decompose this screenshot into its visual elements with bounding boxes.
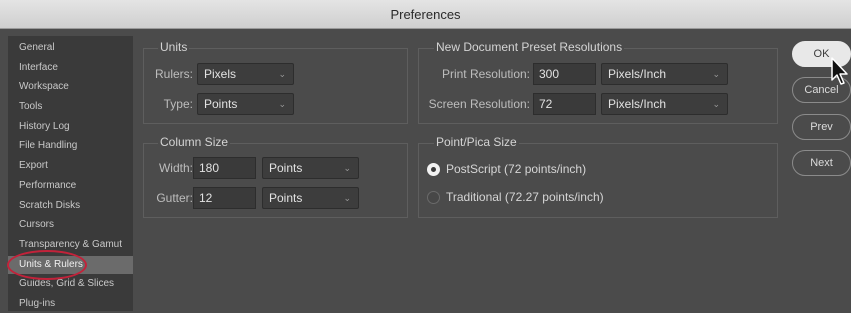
chevron-down-icon: ⌄ [278,69,286,79]
print-resolution-unit-select[interactable]: Pixels/Inch ⌄ [601,63,728,85]
gutter-unit-value: Points [269,191,303,205]
chevron-down-icon: ⌄ [343,163,351,173]
type-select-value: Points [204,97,238,111]
point-pica-group [418,143,778,218]
print-resolution-label: Print Resolution: [441,67,530,81]
sidebar-item-guides-grid-slices[interactable]: Guides, Grid & Slices [8,275,133,293]
sidebar-item-interface[interactable]: Interface [8,59,133,77]
screen-resolution-label: Screen Resolution: [428,97,530,111]
rulers-label: Rulers: [154,67,193,81]
postscript-radio-label[interactable]: PostScript (72 points/inch) [446,162,586,176]
prev-button[interactable]: Prev [792,114,851,140]
mouse-pointer-icon [831,57,848,85]
sidebar-item-workspace[interactable]: Workspace [8,78,133,96]
sidebar-item-units-rulers[interactable]: Units & Rulers [8,256,133,274]
type-label: Type: [163,97,193,111]
chevron-down-icon: ⌄ [712,69,720,79]
rulers-select[interactable]: Pixels ⌄ [197,63,294,85]
chevron-down-icon: ⌄ [278,99,286,109]
screen-resolution-input[interactable]: 72 [533,93,596,115]
sidebar-item-history-log[interactable]: History Log [8,118,133,136]
sidebar-item-scratch-disks[interactable]: Scratch Disks [8,197,133,215]
rulers-select-value: Pixels [204,67,237,81]
print-resolution-input[interactable]: 300 [533,63,596,85]
sidebar-item-file-handling[interactable]: File Handling [8,137,133,155]
column-size-group-title: Column Size [158,135,231,149]
sidebar-item-performance[interactable]: Performance [8,177,133,195]
sidebar-item-transparency-gamut[interactable]: Transparency & Gamut [8,236,133,254]
sidebar-item-cursors[interactable]: Cursors [8,216,133,234]
screen-resolution-unit-select[interactable]: Pixels/Inch ⌄ [601,93,728,115]
sidebar-item-plug-ins[interactable]: Plug-ins [8,295,133,313]
width-input[interactable]: 180 [193,157,256,179]
postscript-radio[interactable] [427,163,440,176]
sidebar-item-general[interactable]: General [8,39,133,57]
gutter-input[interactable]: 12 [193,187,256,209]
width-unit-select[interactable]: Points ⌄ [262,157,359,179]
print-resolution-unit-value: Pixels/Inch [608,67,667,81]
window-title: Preferences [0,0,851,29]
type-select[interactable]: Points ⌄ [197,93,294,115]
next-button[interactable]: Next [792,150,851,176]
traditional-radio-label[interactable]: Traditional (72.27 points/inch) [446,190,604,204]
point-pica-group-title: Point/Pica Size [434,135,519,149]
chevron-down-icon: ⌄ [343,193,351,203]
sidebar-item-export[interactable]: Export [8,157,133,175]
preset-resolutions-group-title: New Document Preset Resolutions [434,40,625,54]
screen-resolution-unit-value: Pixels/Inch [608,97,667,111]
width-unit-value: Points [269,161,303,175]
gutter-unit-select[interactable]: Points ⌄ [262,187,359,209]
gutter-label: Gutter: [156,191,193,205]
chevron-down-icon: ⌄ [712,99,720,109]
width-label: Width: [158,161,193,175]
preferences-sidebar: General Interface Workspace Tools Histor… [8,36,133,311]
units-group-title: Units [158,40,190,54]
traditional-radio[interactable] [427,191,440,204]
sidebar-item-tools[interactable]: Tools [8,98,133,116]
